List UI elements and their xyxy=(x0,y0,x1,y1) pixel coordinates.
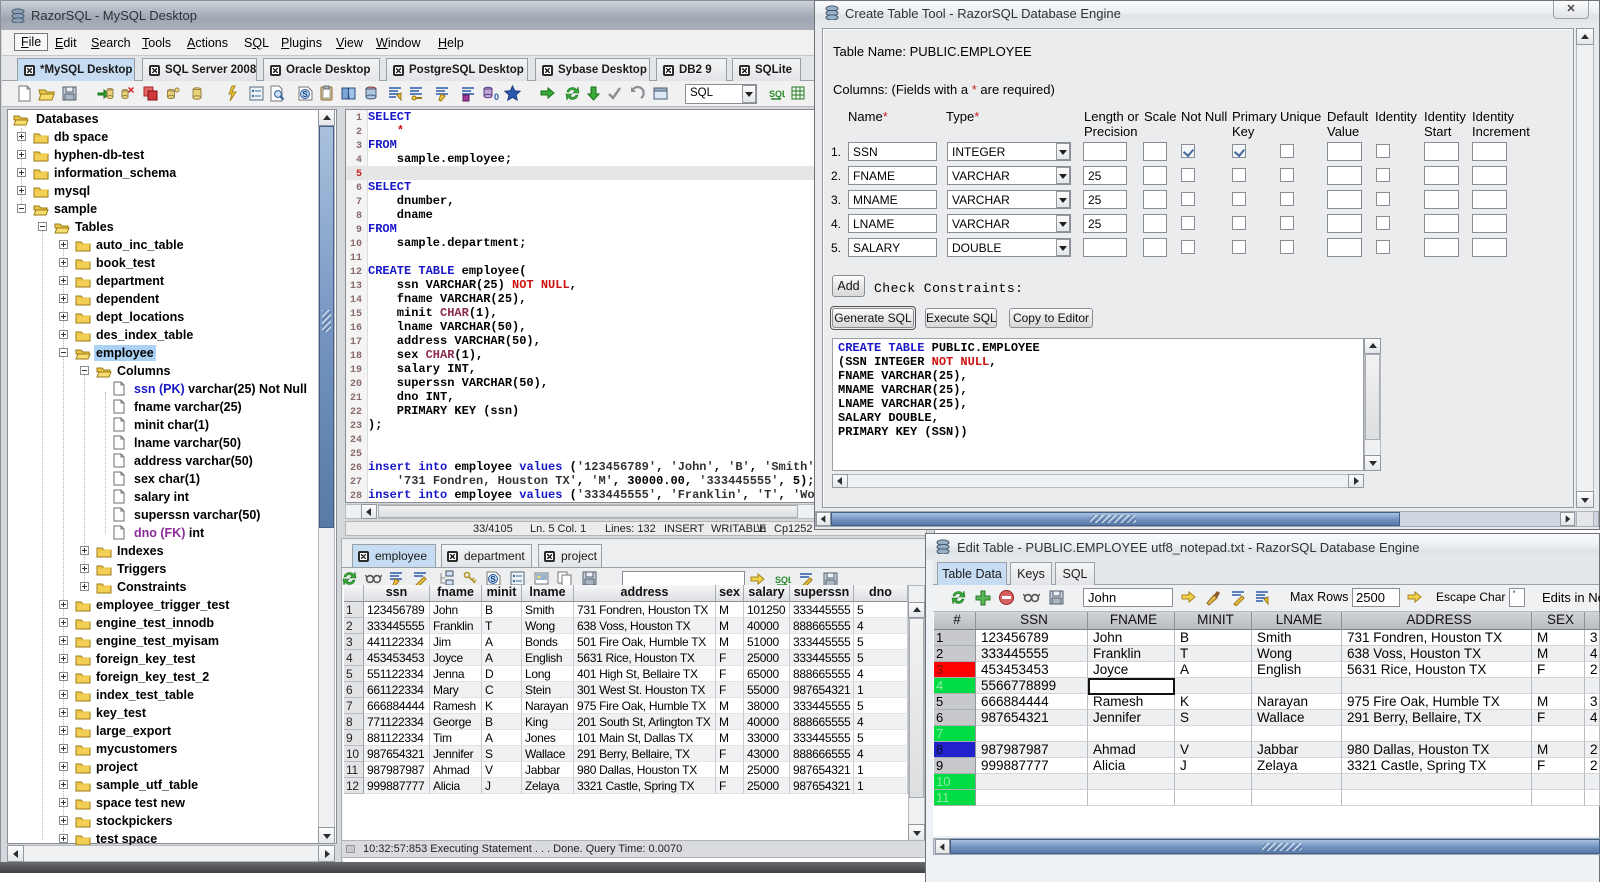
svg-text:S: S xyxy=(490,575,496,584)
svg-text:S: S xyxy=(302,90,308,99)
svg-text:SQL: SQL xyxy=(775,575,791,585)
svg-text:0: 0 xyxy=(494,92,499,102)
svg-text:SQL: SQL xyxy=(769,89,785,99)
